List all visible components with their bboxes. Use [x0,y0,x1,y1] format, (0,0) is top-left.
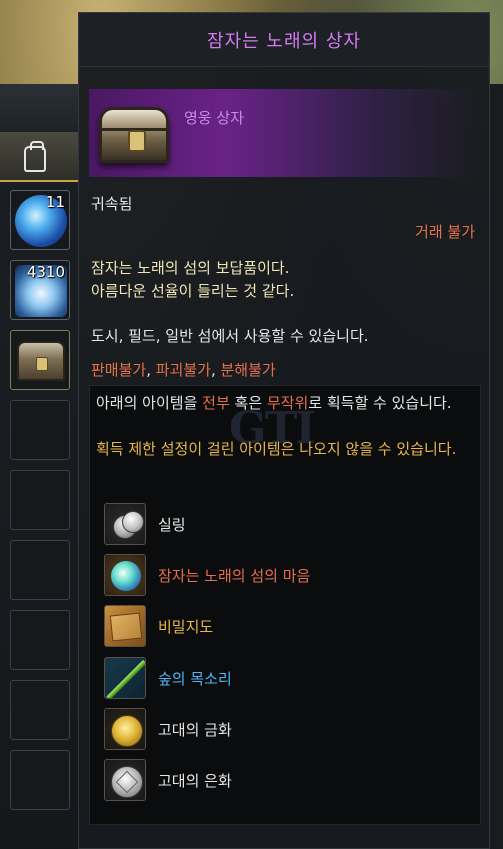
item-grade-banner: 영웅 상자 [89,89,479,177]
restriction-flags: 판매불가, 파괴불가, 분해불가 [91,359,276,380]
item-tooltip: 잠자는 노래의 상자 영웅 상자 귀속됨 거래 불가 잠자는 노래의 섬의 보답… [78,12,490,849]
inventory-slot[interactable] [10,610,70,670]
inventory-slot[interactable]: 4310 [10,260,70,320]
inventory-grid-edge [488,84,503,849]
treasure-chest-icon [17,341,65,381]
secret-map-icon [104,605,146,647]
description-line: 아름다운 선율이 들리는 것 같다. [91,282,295,300]
inventory-slot[interactable]: 11 [10,190,70,250]
inventory-slot[interactable] [10,680,70,740]
watermark-logo: GTI [229,403,316,454]
reward-name: 고대의 금화 [158,720,232,739]
flag-no-destroy: 파괴불가 [155,361,211,379]
reward-item: 실링 [104,502,474,546]
inventory-slot[interactable] [10,400,70,460]
description-line: 잠자는 노래의 섬의 보답품이다. [91,259,290,277]
inventory-slot[interactable] [10,470,70,530]
reward-name: 실링 [158,515,186,534]
acquire-prefix: 아래의 아이템을 [96,394,203,412]
silver-coin-icon [104,759,146,801]
reward-item: 숲의 목소리 [104,656,474,700]
reward-item: 비밀지도 [104,604,474,648]
reward-name: 숲의 목소리 [158,669,232,688]
flag-separator: , [210,361,221,379]
item-icon [95,93,175,173]
bound-status: 귀속됨 [91,195,133,213]
reward-name: 잠자는 노래의 섬의 마음 [158,566,311,585]
usage-info: 도시, 필드, 일반 섬에서 사용할 수 있습니다. [91,327,369,345]
item-count: 4310 [26,263,65,281]
inventory-slot-selected[interactable] [10,330,70,390]
inventory-slot[interactable] [10,540,70,600]
gold-coin-icon [104,708,146,750]
item-grade: 영웅 상자 [184,109,244,127]
treasure-chest-icon [99,107,169,163]
silver-coins-icon [104,503,146,545]
item-description: 잠자는 노래의 섬의 보답품이다. 아름다운 선율이 들리는 것 같다. [91,257,294,303]
flag-separator: , [146,361,156,379]
bag-icon [24,141,46,172]
item-count: 11 [45,193,65,211]
acquire-all: 전부 [202,394,230,412]
reward-item: 잠자는 노래의 섬의 마음 [104,553,474,597]
flute-icon [104,657,146,699]
reward-item: 고대의 금화 [104,707,474,751]
reward-item: 고대의 은화 [104,758,474,802]
inventory-slot[interactable] [10,750,70,810]
flag-no-sell: 판매불가 [91,361,147,379]
reward-name: 비밀지도 [158,617,214,636]
island-heart-icon [104,554,146,596]
acquire-suffix: 로 획득할 수 있습니다. [308,394,452,412]
tooltip-header: 잠자는 노래의 상자 [79,13,489,67]
reward-name: 고대의 은화 [158,771,232,790]
trade-status: 거래 불가 [415,223,475,241]
flag-no-disassemble: 분해불가 [220,361,276,379]
item-title: 잠자는 노래의 상자 [207,30,361,52]
